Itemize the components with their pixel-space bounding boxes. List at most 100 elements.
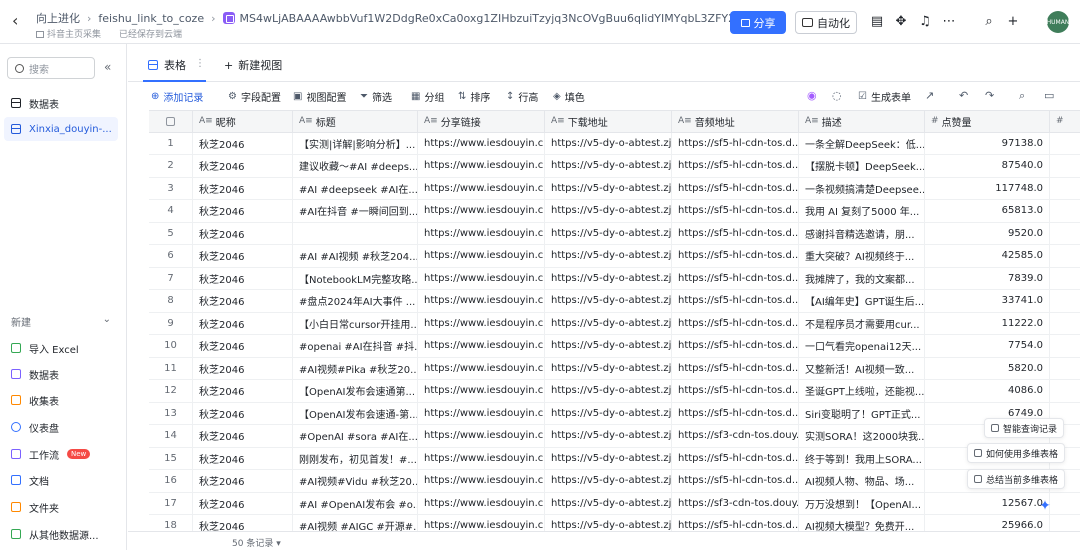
share-link-cell[interactable]: https://www.iesdouyin.c... — [418, 447, 545, 469]
tab-more-icon[interactable]: ⋮ — [195, 58, 205, 69]
description-cell[interactable]: 感谢抖音精选邀请，朋... — [799, 222, 925, 244]
doc-location[interactable]: 抖音主页采集 — [36, 27, 101, 40]
nickname-cell[interactable]: 秋芝2046 — [193, 515, 293, 531]
column-header-share-link[interactable]: A≡ 分享链接 — [418, 111, 545, 132]
column-header-nickname[interactable]: A≡ 昵称 — [193, 111, 293, 132]
view-config-button[interactable]: ▣ 视图配置 — [293, 89, 346, 104]
nickname-cell[interactable]: 秋芝2046 — [193, 177, 293, 199]
description-cell[interactable]: 万万没想到！【OpenAI... — [799, 492, 925, 514]
share-link-cell[interactable]: https://www.iesdouyin.c... — [418, 132, 545, 154]
audio-url-cell[interactable]: https://sf5-hl-cdn-tos.d... — [672, 470, 799, 492]
automation-button[interactable]: 自动化 — [795, 11, 857, 34]
title-cell[interactable]: 【小白日常cursor开挂用... — [293, 312, 418, 334]
nickname-cell[interactable]: 秋芝2046 — [193, 245, 293, 267]
share-link-cell[interactable]: https://www.iesdouyin.c... — [418, 222, 545, 244]
ai-sparkle-icon[interactable]: ✦ — [1036, 497, 1054, 515]
table-row[interactable]: 2 秋芝2046 建议收藏～#AI #deeps... https://www.ies… — [149, 155, 1080, 178]
download-url-cell[interactable]: https://v5-dy-o-abtest.zj... — [545, 425, 672, 447]
next-column-cell[interactable] — [1050, 313, 1080, 335]
audio-url-cell[interactable]: https://sf5-hl-cdn-tos.d... — [672, 290, 799, 312]
likes-cell[interactable]: 7839.0 — [925, 267, 1050, 289]
nickname-cell[interactable]: 秋芝2046 — [193, 335, 293, 357]
download-url-cell[interactable]: https://v5-dy-o-abtest.zj... — [545, 492, 672, 514]
title-cell[interactable]: 【NotebookLM完整攻略... — [293, 267, 418, 289]
share-view-icon[interactable]: ↗ — [925, 89, 934, 102]
description-cell[interactable]: 【AI编年史】GPT诞生后... — [799, 290, 925, 312]
title-cell[interactable]: 【实测|详解|影响分析】... — [293, 132, 418, 154]
share-link-cell[interactable]: https://www.iesdouyin.c... — [418, 245, 545, 267]
audio-url-cell[interactable]: https://sf3-cdn-tos.douy... — [672, 492, 799, 514]
column-header-download-url[interactable]: A≡ 下载地址 — [545, 111, 672, 132]
table-row[interactable]: 10 秋芝2046 #openai #AI在抖音 #抖... https://www.… — [149, 335, 1080, 358]
ai-assistant-icon[interactable]: ◉ — [807, 89, 817, 102]
description-cell[interactable]: 我摊牌了，我的文案都... — [799, 267, 925, 289]
title-cell[interactable]: #AI #deepseek #AI在... — [293, 177, 418, 199]
download-url-cell[interactable]: https://v5-dy-o-abtest.zj... — [545, 335, 672, 357]
nickname-cell[interactable]: 秋芝2046 — [193, 200, 293, 222]
audio-url-cell[interactable]: https://sf5-hl-cdn-tos.d... — [672, 177, 799, 199]
smart-query-button[interactable]: 智能查询记录 — [984, 418, 1065, 438]
title-cell[interactable]: 刚刚发布，初见首发！#... — [293, 447, 418, 469]
nickname-cell[interactable]: 秋芝2046 — [193, 132, 293, 154]
generate-form-button[interactable]: ☑ 生成表单 — [858, 89, 911, 104]
column-header-likes[interactable]: # 点赞量 — [925, 111, 1050, 132]
share-link-cell[interactable]: https://www.iesdouyin.c... — [418, 200, 545, 222]
sidebar-item-xinxia-douyin[interactable]: Xinxia_douyin-... — [4, 117, 118, 141]
breadcrumb-item-workspace[interactable]: 向上进化 — [36, 10, 80, 26]
share-link-cell[interactable]: https://www.iesdouyin.c... — [418, 380, 545, 402]
document-title[interactable]: MS4wLjABAAAAwbbVuf1W2DdgRe0xCa0oxg1ZIHbz… — [240, 12, 757, 25]
share-link-cell[interactable]: https://www.iesdouyin.c... — [418, 357, 545, 379]
column-header-audio-url[interactable]: A≡ 音频地址 — [672, 111, 799, 132]
table-row[interactable]: 6 秋芝2046 #AI #AI视频 #秋芝204... https://www.ie… — [149, 245, 1080, 268]
audio-url-cell[interactable]: https://sf5-hl-cdn-tos.d... — [672, 222, 799, 244]
new-table[interactable]: 数据表 — [11, 364, 59, 384]
nickname-cell[interactable]: 秋芝2046 — [193, 222, 293, 244]
title-cell[interactable]: 建议收藏～#AI #deeps... — [293, 155, 418, 177]
search-input[interactable]: 搜索 — [7, 57, 95, 79]
new-doc[interactable]: 文档 — [11, 470, 49, 490]
table-row[interactable]: 11 秋芝2046 #AI视频#Pika #秋芝20... https://www.i… — [149, 357, 1080, 380]
description-cell[interactable]: 一条视频搞清楚Deepsee... — [799, 177, 925, 199]
likes-cell[interactable]: 4086.0 — [925, 380, 1050, 402]
table-row[interactable]: 13 秋芝2046 【OpenAI发布会速通-第... https://www.ies… — [149, 402, 1080, 425]
share-link-cell[interactable]: https://www.iesdouyin.c... — [418, 402, 545, 424]
summarize-button[interactable]: 总结当前多维表格 — [967, 469, 1066, 489]
title-cell[interactable]: #AI #AI视频 #秋芝204... — [293, 245, 418, 267]
likes-cell[interactable]: 7754.0 — [925, 335, 1050, 357]
download-url-cell[interactable]: https://v5-dy-o-abtest.zj... — [545, 312, 672, 334]
likes-cell[interactable]: 11222.0 — [925, 312, 1050, 334]
description-cell[interactable]: 实测SORA！这2000块我... — [799, 425, 925, 447]
nickname-cell[interactable]: 秋芝2046 — [193, 492, 293, 514]
table-row[interactable]: 3 秋芝2046 #AI #deepseek #AI在... https://www.… — [149, 177, 1080, 200]
likes-cell[interactable]: 5820.0 — [925, 357, 1050, 379]
sidebar-item-table[interactable]: 数据表 — [4, 91, 118, 115]
share-link-cell[interactable]: https://www.iesdouyin.c... — [418, 312, 545, 334]
description-cell[interactable]: 一条全解DeepSeek：低... — [799, 132, 925, 154]
row-height-button[interactable]: ↕ 行高 — [506, 89, 538, 104]
next-column-cell[interactable] — [1050, 290, 1080, 312]
audio-url-cell[interactable]: https://sf5-hl-cdn-tos.d... — [672, 380, 799, 402]
audio-url-cell[interactable]: https://sf5-hl-cdn-tos.d... — [672, 245, 799, 267]
title-cell[interactable] — [293, 222, 418, 244]
table-row[interactable]: 1 秋芝2046 【实测|详解|影响分析】... https://www.iesdou… — [149, 132, 1080, 155]
description-cell[interactable]: 又整新活！AI视频一致... — [799, 357, 925, 379]
description-cell[interactable]: 一口气看完openai12天... — [799, 335, 925, 357]
description-cell[interactable]: 重大突破？AI视频终于... — [799, 245, 925, 267]
next-column-cell[interactable] — [1050, 178, 1080, 200]
share-button[interactable]: 分享 — [730, 11, 786, 34]
sort-button[interactable]: ⇅ 排序 — [458, 89, 490, 104]
audio-url-cell[interactable]: https://sf5-hl-cdn-tos.d... — [672, 357, 799, 379]
description-cell[interactable]: 我用 AI 复刻了5000 年... — [799, 200, 925, 222]
description-cell[interactable]: Siri变聪明了！GPT正式... — [799, 402, 925, 424]
audio-url-cell[interactable]: https://sf5-hl-cdn-tos.d... — [672, 402, 799, 424]
next-column-cell[interactable] — [1050, 493, 1080, 515]
next-column-cell[interactable] — [1050, 245, 1080, 267]
audio-url-cell[interactable]: https://sf5-hl-cdn-tos.d... — [672, 155, 799, 177]
record-count[interactable]: 50 条记录 ▾ — [232, 536, 281, 549]
audio-url-cell[interactable]: https://sf5-hl-cdn-tos.d... — [672, 447, 799, 469]
likes-cell[interactable]: 25966.0 — [925, 515, 1050, 531]
nickname-cell[interactable]: 秋芝2046 — [193, 267, 293, 289]
share-link-cell[interactable]: https://www.iesdouyin.c... — [418, 155, 545, 177]
download-url-cell[interactable]: https://v5-dy-o-abtest.zj... — [545, 402, 672, 424]
download-url-cell[interactable]: https://v5-dy-o-abtest.zj... — [545, 245, 672, 267]
